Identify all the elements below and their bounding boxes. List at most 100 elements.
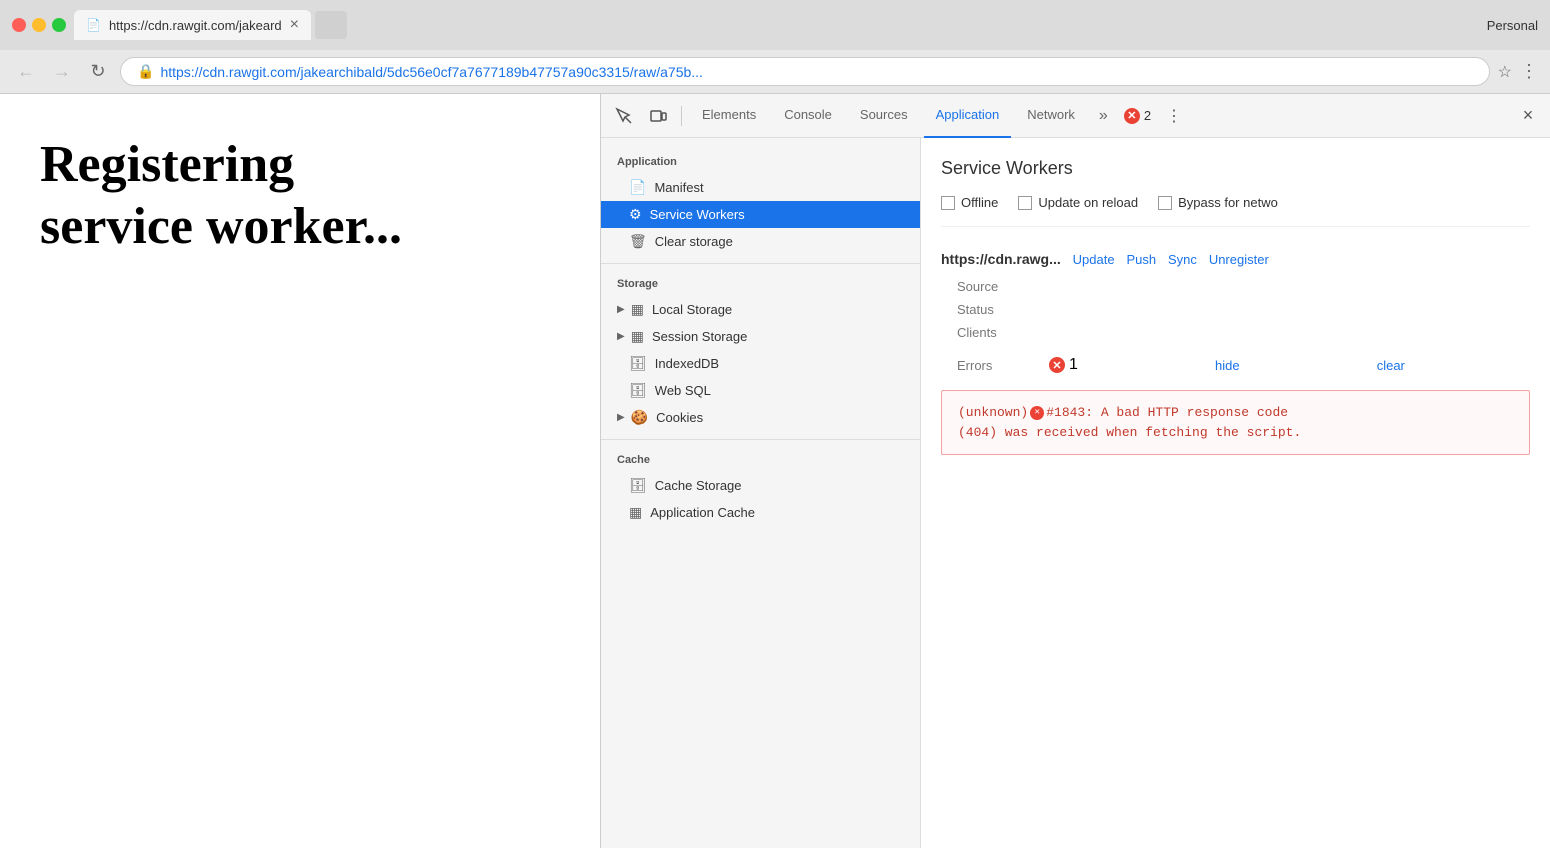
tab-bar: 📄 https://cdn.rawgit.com/jakeard × xyxy=(74,10,1479,40)
error-unknown-text: (unknown) xyxy=(958,405,1028,420)
error-message-2: (404) was received when fetching the scr… xyxy=(958,425,1301,440)
cookies-arrow-icon: ▶ xyxy=(617,412,625,423)
sw-entry: https://cdn.rawg... Update Push Sync Unr… xyxy=(941,251,1530,455)
sw-push-link[interactable]: Push xyxy=(1126,252,1156,267)
tab-application[interactable]: Application xyxy=(924,94,1012,138)
tab-console[interactable]: Console xyxy=(772,94,844,138)
session-storage-arrow-icon: ▶ xyxy=(617,331,625,342)
maximize-traffic-light[interactable] xyxy=(52,18,66,32)
address-input[interactable]: 🔒 https://cdn.rawgit.com/jakearchibald/5… xyxy=(120,57,1490,86)
sw-url-row: https://cdn.rawg... Update Push Sync Unr… xyxy=(941,251,1530,267)
error-message-1: #1843: A bad HTTP response code xyxy=(1046,405,1288,420)
sw-unregister-link[interactable]: Unregister xyxy=(1209,252,1269,267)
application-cache-icon: ▦ xyxy=(629,504,642,521)
sw-url-text: https://cdn.rawg... xyxy=(941,251,1061,267)
devtools-body: Application 📄 Manifest ⚙ Service Workers… xyxy=(601,138,1550,848)
clear-storage-icon: 🗑 xyxy=(629,233,647,250)
error-count: 2 xyxy=(1144,108,1151,123)
close-traffic-light[interactable] xyxy=(12,18,26,32)
update-on-reload-option[interactable]: Update on reload xyxy=(1018,195,1138,210)
back-button[interactable]: ← xyxy=(12,58,40,86)
page-heading: Registering service worker... xyxy=(40,134,402,259)
sidebar-item-application-cache[interactable]: ▦ Application Cache xyxy=(601,499,920,526)
manifest-label: Manifest xyxy=(654,180,703,195)
clients-label: Clients xyxy=(957,325,1037,340)
sidebar-item-session-storage[interactable]: ▶ ▦ Session Storage xyxy=(601,323,920,350)
tab-sources[interactable]: Sources xyxy=(848,94,920,138)
bypass-for-network-option[interactable]: Bypass for netwo xyxy=(1158,195,1278,210)
errors-error-icon: ✕ xyxy=(1049,357,1065,373)
offline-checkbox[interactable] xyxy=(941,196,955,210)
sidebar-item-indexeddb[interactable]: 🗄 IndexedDB xyxy=(601,350,920,377)
devtools-panel: Elements Console Sources Application Net… xyxy=(600,94,1550,848)
local-storage-grid-icon: ▦ xyxy=(631,301,644,318)
devtools-main-panel: Service Workers Offline Update on reload xyxy=(921,138,1550,848)
indexeddb-label: IndexedDB xyxy=(655,356,719,371)
reload-button[interactable]: ↻ xyxy=(84,58,112,86)
errors-clear-link[interactable]: clear xyxy=(1377,358,1530,373)
sidebar-item-web-sql[interactable]: 🗄 Web SQL xyxy=(601,377,920,404)
more-options-icon[interactable]: ⋮ xyxy=(1520,61,1538,82)
sw-sync-link[interactable]: Sync xyxy=(1168,252,1197,267)
session-storage-grid-icon: ▦ xyxy=(631,328,644,345)
local-storage-arrow-icon: ▶ xyxy=(617,304,625,315)
error-inline-icon: ✕ xyxy=(1030,406,1044,420)
bypass-for-network-checkbox[interactable] xyxy=(1158,196,1172,210)
web-sql-icon: 🗄 xyxy=(629,382,647,399)
update-on-reload-checkbox[interactable] xyxy=(1018,196,1032,210)
sidebar-item-cookies[interactable]: ▶ 🍪 Cookies xyxy=(601,404,920,431)
service-workers-label: Service Workers xyxy=(650,207,745,222)
tab-icon: 📄 xyxy=(86,18,101,32)
main-content: Registering service worker... xyxy=(0,94,1550,848)
forward-button[interactable]: → xyxy=(48,58,76,86)
devtools-close-button[interactable]: × xyxy=(1514,102,1542,130)
profile-label: Personal xyxy=(1487,18,1538,33)
tab-title: https://cdn.rawgit.com/jakeard xyxy=(109,18,282,33)
more-tabs-button[interactable]: » xyxy=(1091,107,1116,125)
error-box: (unknown)✕#1843: A bad HTTP response cod… xyxy=(941,390,1530,455)
sidebar-divider-1 xyxy=(601,263,920,264)
options-row: Offline Update on reload Bypass for netw… xyxy=(941,195,1530,227)
offline-option[interactable]: Offline xyxy=(941,195,998,210)
source-label: Source xyxy=(957,279,1037,294)
error-text: (unknown)✕#1843: A bad HTTP response cod… xyxy=(958,403,1513,442)
devtools-menu-button[interactable]: ⋮ xyxy=(1159,101,1189,131)
new-tab-button[interactable] xyxy=(315,11,347,39)
bookmark-icon[interactable]: ☆ xyxy=(1498,62,1512,82)
errors-hide-link[interactable]: hide xyxy=(1215,358,1365,373)
sidebar-item-clear-storage[interactable]: 🗑 Clear storage xyxy=(601,228,920,255)
sidebar-item-local-storage[interactable]: ▶ ▦ Local Storage xyxy=(601,296,920,323)
service-workers-icon: ⚙ xyxy=(629,206,642,223)
tab-close-button[interactable]: × xyxy=(290,16,299,34)
clients-value xyxy=(1053,325,1530,340)
devtools-toolbar: Elements Console Sources Application Net… xyxy=(601,94,1550,138)
browser-tab[interactable]: 📄 https://cdn.rawgit.com/jakeard × xyxy=(74,10,311,40)
local-storage-label: Local Storage xyxy=(652,302,732,317)
panel-title: Service Workers xyxy=(941,158,1530,179)
cache-storage-icon: 🗄 xyxy=(629,477,647,494)
title-bar: 📄 https://cdn.rawgit.com/jakeard × Perso… xyxy=(0,0,1550,50)
heading-line2: service worker... xyxy=(40,198,402,255)
tab-network[interactable]: Network xyxy=(1015,94,1087,138)
sidebar-section-cache: Cache xyxy=(601,448,920,472)
errors-label: Errors xyxy=(957,358,1037,373)
device-toolbar-button[interactable] xyxy=(643,101,673,131)
sidebar-section-storage: Storage xyxy=(601,272,920,296)
address-text: https://cdn.rawgit.com/jakearchibald/5dc… xyxy=(160,64,703,80)
sidebar-item-service-workers[interactable]: ⚙ Service Workers xyxy=(601,201,920,228)
inspect-element-button[interactable] xyxy=(609,101,639,131)
error-badge: ✕ 2 xyxy=(1124,108,1151,124)
indexeddb-icon: 🗄 xyxy=(629,355,647,372)
sidebar-item-manifest[interactable]: 📄 Manifest xyxy=(601,174,920,201)
sw-update-link[interactable]: Update xyxy=(1073,252,1115,267)
errors-badge: ✕ 1 xyxy=(1049,356,1203,374)
status-label: Status xyxy=(957,302,1037,317)
sw-details: Source Status Clients xyxy=(957,279,1530,340)
sidebar-item-cache-storage[interactable]: 🗄 Cache Storage xyxy=(601,472,920,499)
error-circle-icon: ✕ xyxy=(1124,108,1140,124)
minimize-traffic-light[interactable] xyxy=(32,18,46,32)
tab-elements[interactable]: Elements xyxy=(690,94,768,138)
update-on-reload-label: Update on reload xyxy=(1038,195,1138,210)
web-sql-label: Web SQL xyxy=(655,383,711,398)
clear-storage-label: Clear storage xyxy=(655,234,733,249)
